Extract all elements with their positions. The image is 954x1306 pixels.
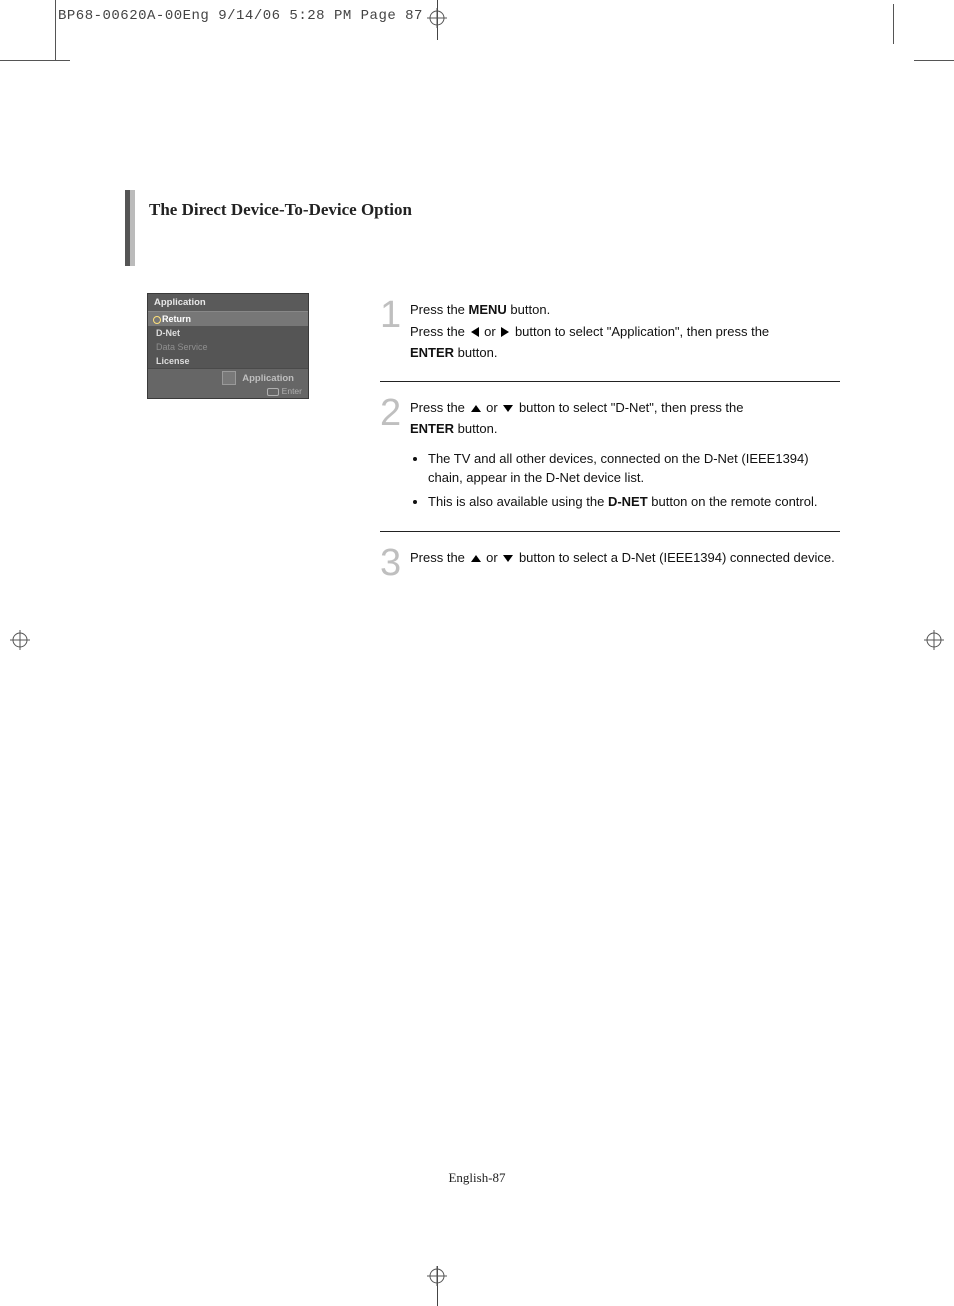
text: or — [483, 550, 502, 565]
step-1: 1 Press the MENU button. Press the or bu… — [380, 298, 840, 365]
osd-footer: Application Enter — [148, 368, 308, 398]
arrow-up-icon — [471, 555, 481, 562]
text: button to select "D-Net", then press the — [515, 400, 743, 415]
registration-mark-icon — [924, 630, 944, 650]
osd-footer-icon — [222, 371, 236, 385]
step-2: 2 Press the or button to select "D-Net",… — [380, 396, 840, 516]
text: button to select a D-Net (IEEE1394) conn… — [515, 550, 834, 565]
step-number: 2 — [380, 396, 410, 516]
registration-mark-icon — [427, 1266, 447, 1286]
osd-item-dataservice: Data Service — [148, 340, 308, 354]
crop-mark — [893, 4, 894, 44]
text: or — [481, 324, 500, 339]
crop-mark — [0, 60, 70, 61]
osd-item-license: License — [148, 354, 308, 368]
arrow-up-icon — [471, 405, 481, 412]
step-body: Press the or button to select a D-Net (I… — [410, 546, 840, 580]
bullet: The TV and all other devices, connected … — [428, 449, 840, 488]
divider — [380, 531, 840, 532]
text: Press the — [410, 400, 469, 415]
text: button. — [507, 302, 550, 317]
osd-menu: Application Return D-Net Data Service Li… — [147, 293, 309, 399]
text: button to select "Application", then pre… — [511, 324, 769, 339]
section-title-bar: The Direct Device-To-Device Option — [125, 190, 870, 266]
crop-mark — [55, 0, 56, 60]
text: button. — [454, 345, 497, 360]
text: Press the — [410, 550, 469, 565]
step-body: Press the or button to select "D-Net", t… — [410, 396, 840, 516]
page-footer: English-87 — [0, 1170, 954, 1186]
arrow-down-icon — [503, 405, 513, 412]
text: or — [483, 400, 502, 415]
text: This is also available using the — [428, 494, 608, 509]
dnet-label: D-NET — [608, 494, 648, 509]
text: button on the remote control. — [648, 494, 818, 509]
enter-label: ENTER — [410, 421, 454, 436]
osd-return-row: Return — [148, 311, 308, 326]
steps: 1 Press the MENU button. Press the or bu… — [380, 298, 840, 594]
text: Press the — [410, 324, 469, 339]
divider — [380, 381, 840, 382]
print-header: BP68-00620A-00Eng 9/14/06 5:28 PM Page 8… — [58, 8, 423, 24]
step-number: 3 — [380, 546, 410, 580]
arrow-down-icon — [503, 555, 513, 562]
osd-item-dnet: D-Net — [148, 326, 308, 340]
step-3: 3 Press the or button to select a D-Net … — [380, 546, 840, 580]
osd-footer-label: Application — [242, 373, 294, 384]
text: Press the — [410, 302, 469, 317]
arrow-left-icon — [471, 327, 479, 337]
text: button. — [454, 421, 497, 436]
arrow-right-icon — [501, 327, 509, 337]
menu-label: MENU — [469, 302, 507, 317]
registration-mark-icon — [10, 630, 30, 650]
crop-mark — [914, 60, 954, 61]
bullet: This is also available using the D-NET b… — [428, 492, 840, 512]
osd-enter-label: Enter — [267, 386, 302, 396]
step-number: 1 — [380, 298, 410, 365]
section-title: The Direct Device-To-Device Option — [135, 200, 412, 266]
registration-mark-icon — [427, 8, 447, 28]
osd-title: Application — [148, 294, 308, 311]
enter-label: ENTER — [410, 345, 454, 360]
title-marker-icon — [125, 190, 135, 266]
step-body: Press the MENU button. Press the or butt… — [410, 298, 840, 365]
